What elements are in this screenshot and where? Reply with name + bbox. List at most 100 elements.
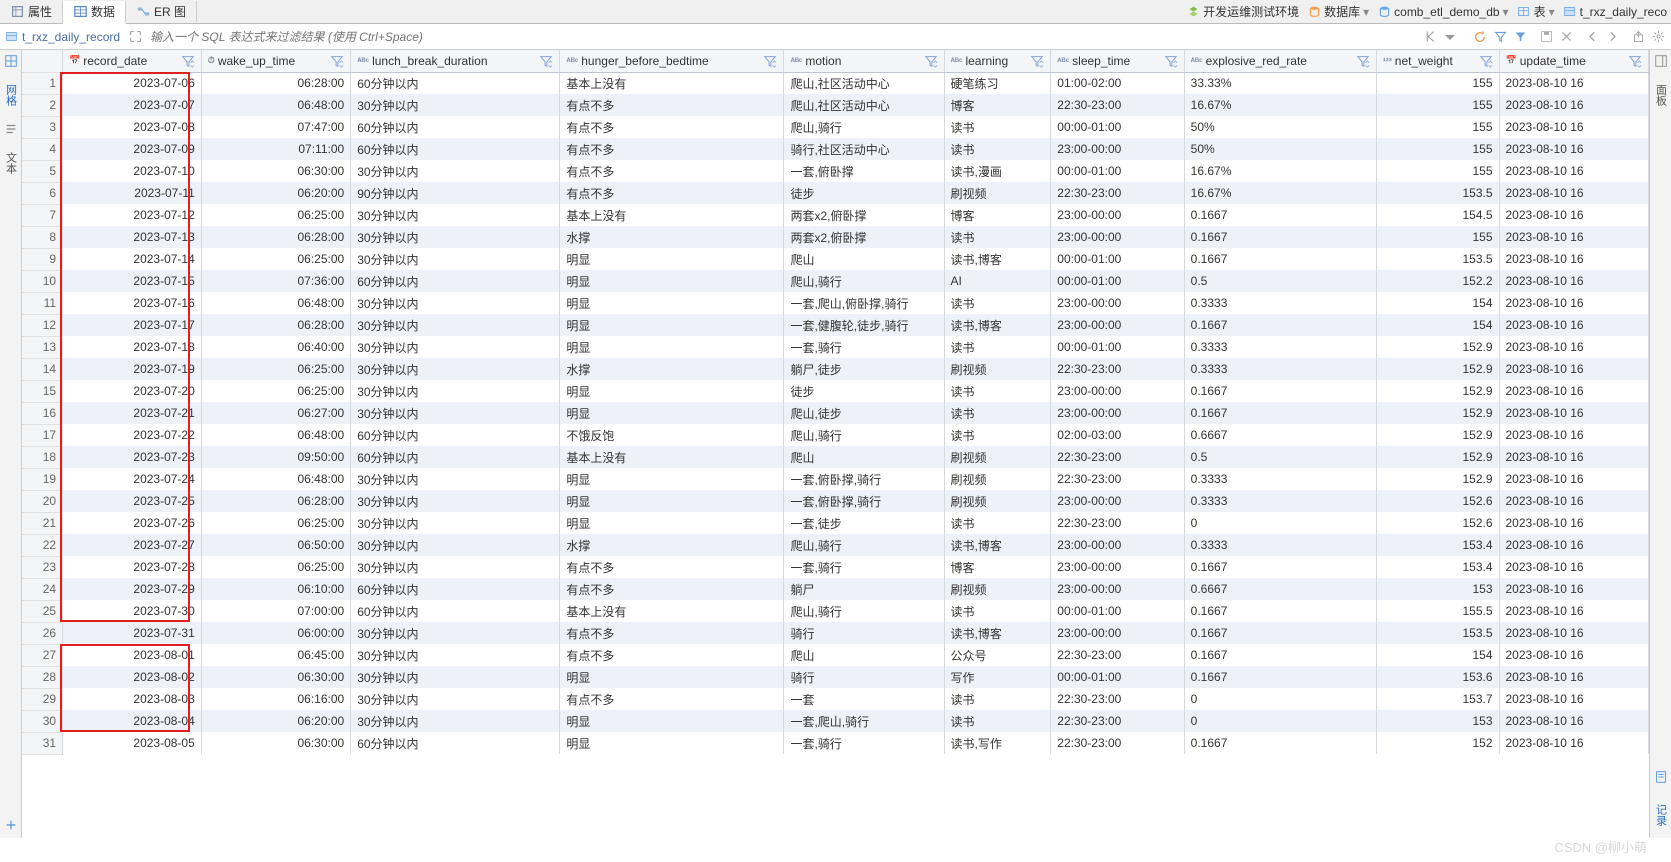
- cell-update_time[interactable]: 2023-08-10 16: [1499, 94, 1649, 116]
- cell-net_weight[interactable]: 154: [1376, 644, 1499, 666]
- cell-record_date[interactable]: 2023-07-12: [63, 204, 202, 226]
- cell-sleep_time[interactable]: 23:00-00:00: [1051, 226, 1184, 248]
- breadcrumb-connection[interactable]: 开发运维测试环境: [1182, 3, 1303, 20]
- cell-net_weight[interactable]: 154: [1376, 292, 1499, 314]
- cell-learning[interactable]: 读书: [944, 336, 1051, 358]
- cell-record_date[interactable]: 2023-07-29: [63, 578, 202, 600]
- cell-hunger_before_bedtime[interactable]: 明显: [560, 468, 784, 490]
- row-number[interactable]: 7: [22, 204, 63, 226]
- cell-wake_up_time[interactable]: 06:20:00: [201, 182, 350, 204]
- column-header-explosive_red_rate[interactable]: ᴬᴮᶜexplosive_red_rate: [1184, 50, 1376, 72]
- row-number[interactable]: 19: [22, 468, 63, 490]
- cell-sleep_time[interactable]: 00:00-01:00: [1051, 116, 1184, 138]
- cell-update_time[interactable]: 2023-08-10 16: [1499, 138, 1649, 160]
- table-row[interactable]: 252023-07-3007:00:0060分钟以内基本上没有爬山,骑行读书00…: [22, 600, 1649, 622]
- cell-hunger_before_bedtime[interactable]: 水撑: [560, 534, 784, 556]
- cell-hunger_before_bedtime[interactable]: 有点不多: [560, 556, 784, 578]
- cell-net_weight[interactable]: 155: [1376, 72, 1499, 94]
- cell-motion[interactable]: 徒步: [784, 380, 944, 402]
- cell-lunch_break_duration[interactable]: 30分钟以内: [351, 160, 560, 182]
- cell-wake_up_time[interactable]: 06:40:00: [201, 336, 350, 358]
- cell-update_time[interactable]: 2023-08-10 16: [1499, 336, 1649, 358]
- cell-explosive_red_rate[interactable]: 0.6667: [1184, 424, 1376, 446]
- cell-lunch_break_duration[interactable]: 30分钟以内: [351, 358, 560, 380]
- cancel-button[interactable]: [1557, 28, 1575, 46]
- cell-explosive_red_rate[interactable]: 0.3333: [1184, 358, 1376, 380]
- row-number[interactable]: 10: [22, 270, 63, 292]
- cell-explosive_red_rate[interactable]: 0.1667: [1184, 732, 1376, 754]
- sql-table-label[interactable]: t_rxz_daily_record: [4, 30, 120, 44]
- cell-record_date[interactable]: 2023-07-09: [63, 138, 202, 160]
- row-number[interactable]: 11: [22, 292, 63, 314]
- cell-explosive_red_rate[interactable]: 0.6667: [1184, 578, 1376, 600]
- row-number[interactable]: 12: [22, 314, 63, 336]
- cell-hunger_before_bedtime[interactable]: 不饿反饱: [560, 424, 784, 446]
- row-number[interactable]: 27: [22, 644, 63, 666]
- cell-hunger_before_bedtime[interactable]: 有点不多: [560, 116, 784, 138]
- cell-net_weight[interactable]: 153.5: [1376, 622, 1499, 644]
- table-row[interactable]: 192023-07-2406:48:0030分钟以内明显一套,俯卧撑,骑行刷视频…: [22, 468, 1649, 490]
- cell-sleep_time[interactable]: 22:30-23:00: [1051, 358, 1184, 380]
- cell-sleep_time[interactable]: 22:30-23:00: [1051, 644, 1184, 666]
- cell-sleep_time[interactable]: 23:00-00:00: [1051, 622, 1184, 644]
- cell-lunch_break_duration[interactable]: 30分钟以内: [351, 512, 560, 534]
- refresh-button[interactable]: [1471, 28, 1489, 46]
- cell-net_weight[interactable]: 152.9: [1376, 358, 1499, 380]
- cell-learning[interactable]: 硬笔练习: [944, 72, 1051, 94]
- table-row[interactable]: 302023-08-0406:20:0030分钟以内明显一套,爬山,骑行读书22…: [22, 710, 1649, 732]
- cell-motion[interactable]: 一套,徒步: [784, 512, 944, 534]
- cell-sleep_time[interactable]: 22:30-23:00: [1051, 94, 1184, 116]
- cell-record_date[interactable]: 2023-07-31: [63, 622, 202, 644]
- cell-update_time[interactable]: 2023-08-10 16: [1499, 710, 1649, 732]
- nav-dropdown-button[interactable]: [1441, 28, 1459, 46]
- grid-mode-icon[interactable]: [4, 54, 18, 68]
- cell-record_date[interactable]: 2023-07-15: [63, 270, 202, 292]
- cell-motion[interactable]: 爬山,骑行: [784, 600, 944, 622]
- cell-hunger_before_bedtime[interactable]: 基本上没有: [560, 204, 784, 226]
- cell-learning[interactable]: 读书: [944, 226, 1051, 248]
- cell-wake_up_time[interactable]: 06:48:00: [201, 424, 350, 446]
- cell-lunch_break_duration[interactable]: 30分钟以内: [351, 644, 560, 666]
- cell-lunch_break_duration[interactable]: 60分钟以内: [351, 600, 560, 622]
- cell-hunger_before_bedtime[interactable]: 基本上没有: [560, 446, 784, 468]
- cell-update_time[interactable]: 2023-08-10 16: [1499, 622, 1649, 644]
- cell-explosive_red_rate[interactable]: 0.1667: [1184, 248, 1376, 270]
- cell-sleep_time[interactable]: 00:00-01:00: [1051, 248, 1184, 270]
- row-number[interactable]: 21: [22, 512, 63, 534]
- cell-record_date[interactable]: 2023-07-13: [63, 226, 202, 248]
- row-number[interactable]: 6: [22, 182, 63, 204]
- cell-motion[interactable]: 一套,健腹轮,徒步,骑行: [784, 314, 944, 336]
- cell-sleep_time[interactable]: 23:00-00:00: [1051, 490, 1184, 512]
- cell-sleep_time[interactable]: 23:00-00:00: [1051, 314, 1184, 336]
- cell-motion[interactable]: 爬山,社区活动中心: [784, 94, 944, 116]
- cell-net_weight[interactable]: 152.6: [1376, 490, 1499, 512]
- cell-explosive_red_rate[interactable]: 0: [1184, 512, 1376, 534]
- row-number[interactable]: 31: [22, 732, 63, 754]
- cell-record_date[interactable]: 2023-07-21: [63, 402, 202, 424]
- cell-hunger_before_bedtime[interactable]: 明显: [560, 270, 784, 292]
- cell-record_date[interactable]: 2023-07-28: [63, 556, 202, 578]
- cell-explosive_red_rate[interactable]: 0.1667: [1184, 226, 1376, 248]
- left-rail-grid[interactable]: 网格: [3, 78, 19, 112]
- cell-update_time[interactable]: 2023-08-10 16: [1499, 160, 1649, 182]
- cell-net_weight[interactable]: 153.6: [1376, 666, 1499, 688]
- cell-learning[interactable]: 读书: [944, 424, 1051, 446]
- cell-wake_up_time[interactable]: 06:25:00: [201, 204, 350, 226]
- cell-lunch_break_duration[interactable]: 60分钟以内: [351, 138, 560, 160]
- cell-update_time[interactable]: 2023-08-10 16: [1499, 556, 1649, 578]
- cell-learning[interactable]: 读书,博客: [944, 534, 1051, 556]
- cell-record_date[interactable]: 2023-07-30: [63, 600, 202, 622]
- cell-motion[interactable]: 一套,俯卧撑,骑行: [784, 468, 944, 490]
- cell-hunger_before_bedtime[interactable]: 有点不多: [560, 94, 784, 116]
- table-row[interactable]: 102023-07-1507:36:0060分钟以内明显爬山,骑行AI00:00…: [22, 270, 1649, 292]
- cell-lunch_break_duration[interactable]: 90分钟以内: [351, 182, 560, 204]
- cell-lunch_break_duration[interactable]: 30分钟以内: [351, 534, 560, 556]
- filter-button[interactable]: [1491, 28, 1509, 46]
- cell-hunger_before_bedtime[interactable]: 有点不多: [560, 644, 784, 666]
- export-button[interactable]: [1629, 28, 1647, 46]
- cell-explosive_red_rate[interactable]: 0.1667: [1184, 380, 1376, 402]
- cell-lunch_break_duration[interactable]: 60分钟以内: [351, 446, 560, 468]
- table-row[interactable]: 132023-07-1806:40:0030分钟以内明显一套,骑行读书00:00…: [22, 336, 1649, 358]
- row-number[interactable]: 5: [22, 160, 63, 182]
- cell-net_weight[interactable]: 155: [1376, 94, 1499, 116]
